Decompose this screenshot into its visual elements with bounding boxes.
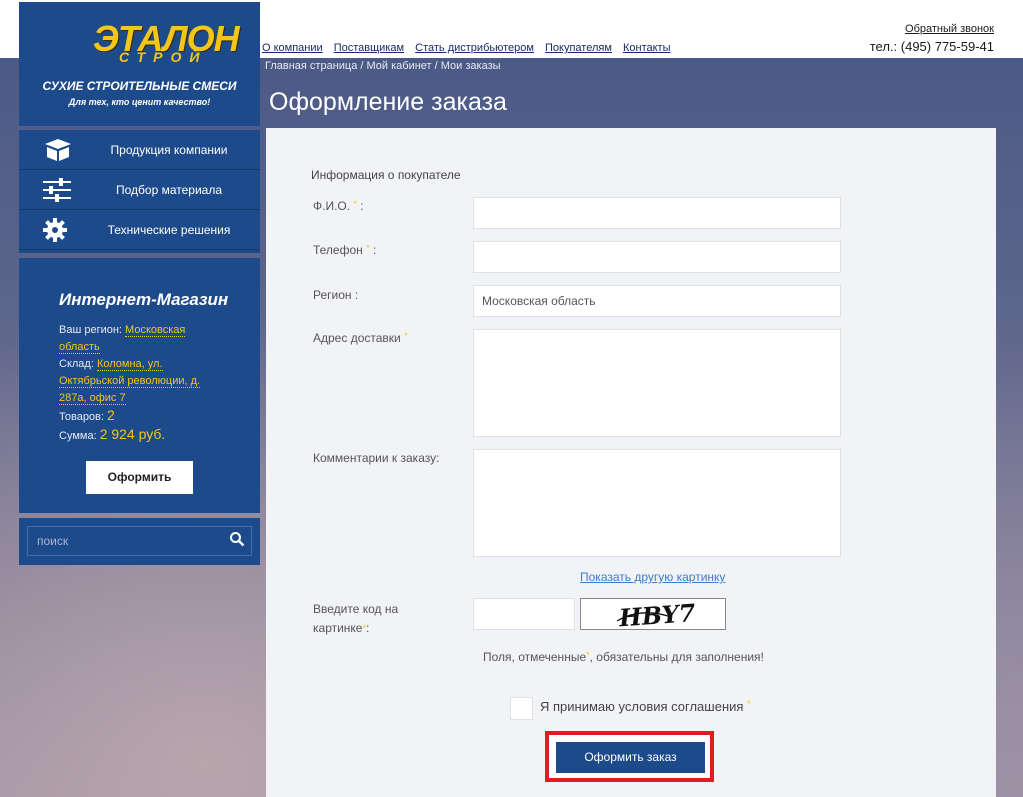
captcha-label: Введите код на картинке*: xyxy=(313,602,399,635)
submit-order-button[interactable]: Оформить заказ xyxy=(556,742,705,773)
top-navigation: О компании Поставщикам Стать дистрибьюте… xyxy=(262,42,678,54)
site-logo[interactable]: ЭТАЛОН СТРОЙ СУХИЕ СТРОИТЕЛЬНЫЕ СМЕСИ Дл… xyxy=(19,2,260,126)
section-title: Информация о покупателе xyxy=(311,168,461,182)
sidemenu-item-products[interactable]: Продукция компании xyxy=(19,130,260,170)
header-phone: тел.: (495) 775-59-41 xyxy=(869,39,994,54)
captcha-label-line1: Введите код на xyxy=(313,602,399,616)
sidemenu-item-tech[interactable]: Технические решения xyxy=(19,210,260,250)
store-label: Склад: xyxy=(59,358,94,370)
shop-widget: Интернет-Магазин Ваш регион: Московская … xyxy=(19,258,260,513)
fio-field[interactable] xyxy=(473,197,841,229)
phone-label: Телефон * : xyxy=(313,243,377,257)
phone-field[interactable] xyxy=(473,241,841,273)
nav-link-buyers[interactable]: Покупателям xyxy=(545,42,612,54)
required-mark: * xyxy=(404,331,408,341)
show-other-captcha-link[interactable]: Показать другую картинку xyxy=(580,570,725,584)
address-textarea[interactable] xyxy=(473,329,841,437)
phone-label-text: Телефон xyxy=(313,243,363,257)
region-label: Ваш регион: xyxy=(59,324,122,336)
search-box: поиск xyxy=(19,518,260,565)
logo-tagline: СУХИЕ СТРОИТЕЛЬНЫЕ СМЕСИ xyxy=(42,79,237,93)
search-icon[interactable] xyxy=(229,531,245,547)
address-label: Адрес доставки * xyxy=(313,331,408,345)
region-field-label: Регион : xyxy=(313,288,359,302)
comment-label: Комментарии к заказу: xyxy=(313,451,440,465)
items-count: 2 xyxy=(107,407,115,423)
logo-slogan: Для тех, кто ценит качество! xyxy=(68,97,211,107)
items-label: Товаров: xyxy=(59,411,104,423)
required-note-a: Поля, отмеченные xyxy=(483,650,587,664)
required-mark: * xyxy=(366,243,370,253)
nav-link-contacts[interactable]: Контакты xyxy=(623,42,671,54)
logo-brand-sub: СТРОЙ xyxy=(119,49,208,65)
region-field[interactable]: Московская область xyxy=(473,285,841,317)
nav-link-suppliers[interactable]: Поставщикам xyxy=(334,42,404,54)
sum-value: 2 924 руб. xyxy=(99,426,166,442)
shop-checkout-button[interactable]: Оформить xyxy=(86,461,193,494)
address-label-text: Адрес доставки xyxy=(313,331,401,345)
nav-link-about[interactable]: О компании xyxy=(262,42,323,54)
captcha-input[interactable] xyxy=(473,598,575,630)
fio-label: Ф.И.О. * : xyxy=(313,199,364,213)
nav-link-distributor[interactable]: Стать дистрибьютером xyxy=(415,42,534,54)
agree-checkbox[interactable] xyxy=(510,697,533,720)
captcha-image: HBY7 xyxy=(580,598,726,632)
search-input[interactable]: поиск xyxy=(27,526,252,556)
callback-link[interactable]: Обратный звонок xyxy=(905,23,994,35)
agree-label-text: Я принимаю условия соглашения xyxy=(540,699,744,714)
comment-textarea[interactable] xyxy=(473,449,841,557)
breadcrumb[interactable]: Главная страница / Мой кабинет / Мои зак… xyxy=(265,60,501,72)
sidemenu-item-material[interactable]: Подбор материала xyxy=(19,170,260,210)
required-mark: * xyxy=(362,623,366,633)
side-menu: Продукция компании Подбор материала Техн… xyxy=(19,130,260,253)
shop-title: Интернет-Магазин xyxy=(59,290,229,309)
sum-label: Сумма: xyxy=(59,430,97,442)
fio-label-text: Ф.И.О. xyxy=(313,199,351,213)
required-mark: * xyxy=(747,699,751,709)
shop-info: Ваш регион: Московская область Склад: Ко… xyxy=(59,322,219,445)
agree-label: Я принимаю условия соглашения * xyxy=(540,699,751,714)
required-mark: * xyxy=(353,199,357,209)
captcha-label-line2: картинке xyxy=(313,621,363,635)
required-note-b: , обязательны для заполнения! xyxy=(589,650,764,664)
page-title: Оформление заказа xyxy=(269,88,507,116)
required-note: Поля, отмеченные*, обязательны для запол… xyxy=(483,650,764,664)
